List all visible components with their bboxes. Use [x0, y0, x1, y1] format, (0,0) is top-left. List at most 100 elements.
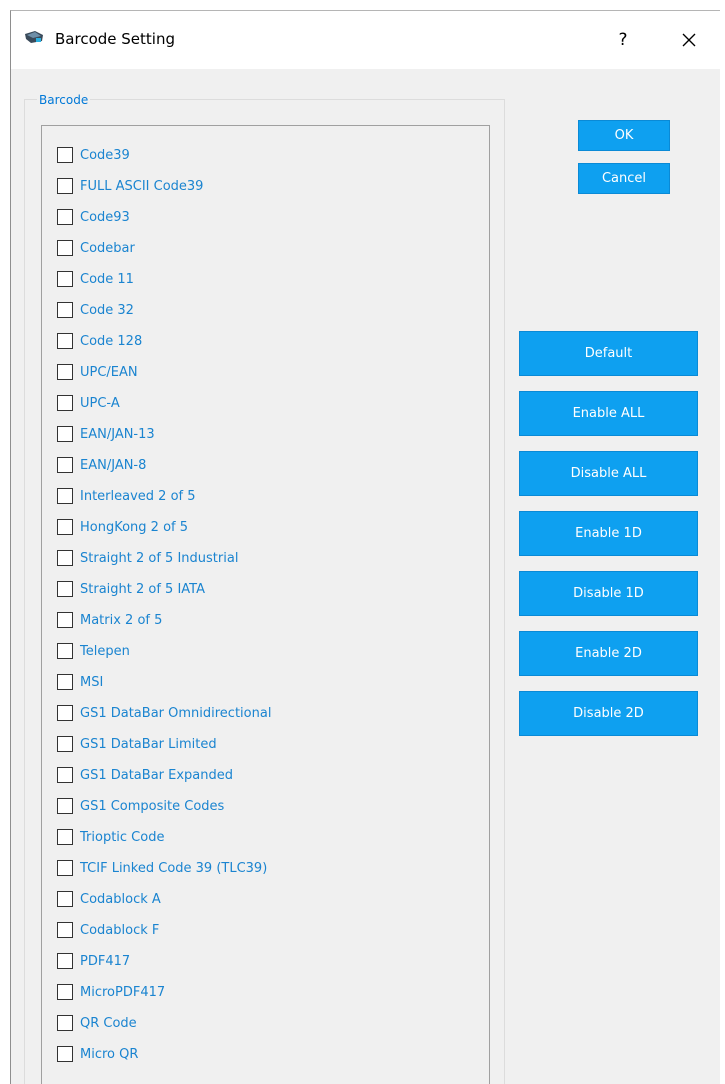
default-button[interactable]: Default: [519, 331, 698, 376]
enable-all-button[interactable]: Enable ALL: [519, 391, 698, 436]
barcode-item-label: Straight 2 of 5 IATA: [80, 581, 206, 597]
checkbox[interactable]: [57, 643, 73, 659]
checkbox[interactable]: [57, 147, 73, 163]
barcode-item[interactable]: QR Code: [57, 1011, 137, 1035]
barcode-item-label: Code93: [80, 209, 130, 225]
barcode-item[interactable]: GS1 Composite Codes: [57, 794, 224, 818]
barcode-item[interactable]: Code93: [57, 205, 130, 229]
checkbox[interactable]: [57, 488, 73, 504]
barcode-list[interactable]: Code39 FULL ASCII Code39 Code93 Codebar …: [41, 125, 490, 1084]
barcode-item-label: Code 128: [80, 333, 143, 349]
checkbox[interactable]: [57, 891, 73, 907]
checkbox[interactable]: [57, 674, 73, 690]
barcode-item[interactable]: Micro QR: [57, 1042, 138, 1066]
disable-1d-button[interactable]: Disable 1D: [519, 571, 698, 616]
barcode-item[interactable]: EAN/JAN-8: [57, 453, 146, 477]
checkbox[interactable]: [57, 581, 73, 597]
barcode-scanner-icon: [25, 31, 43, 43]
checkbox[interactable]: [57, 984, 73, 1000]
barcode-item[interactable]: UPC-A: [57, 391, 120, 415]
checkbox[interactable]: [57, 364, 73, 380]
barcode-item-label: Matrix 2 of 5: [80, 612, 163, 628]
barcode-item[interactable]: Straight 2 of 5 Industrial: [57, 546, 238, 570]
checkbox[interactable]: [57, 395, 73, 411]
barcode-item-label: GS1 Composite Codes: [80, 798, 225, 814]
checkbox[interactable]: [57, 798, 73, 814]
barcode-item[interactable]: UPC/EAN: [57, 360, 138, 384]
close-icon: [682, 33, 696, 47]
barcode-item-label: Telepen: [80, 643, 130, 659]
barcode-item[interactable]: Codablock F: [57, 918, 159, 942]
barcode-item[interactable]: HongKong 2 of 5: [57, 515, 188, 539]
checkbox[interactable]: [57, 178, 73, 194]
barcode-item[interactable]: Straight 2 of 5 IATA: [57, 577, 205, 601]
barcode-item-label: TCIF Linked Code 39 (TLC39): [80, 860, 268, 876]
checkbox[interactable]: [57, 767, 73, 783]
barcode-item-label: EAN/JAN-13: [80, 426, 155, 442]
barcode-item-label: Micro QR: [80, 1046, 139, 1062]
checkbox[interactable]: [57, 519, 73, 535]
checkbox[interactable]: [57, 209, 73, 225]
barcode-item[interactable]: MicroPDF417: [57, 980, 165, 1004]
barcode-item-label: EAN/JAN-8: [80, 457, 147, 473]
barcode-item-label: MSI: [80, 674, 104, 690]
barcode-item[interactable]: MSI: [57, 670, 103, 694]
cancel-button[interactable]: Cancel: [578, 163, 670, 194]
barcode-item[interactable]: GS1 DataBar Omnidirectional: [57, 701, 271, 725]
barcode-item[interactable]: GS1 DataBar Limited: [57, 732, 217, 756]
barcode-item[interactable]: GS1 DataBar Expanded: [57, 763, 233, 787]
barcode-item-label: MicroPDF417: [80, 984, 166, 1000]
barcode-item[interactable]: TCIF Linked Code 39 (TLC39): [57, 856, 267, 880]
barcode-item-label: Straight 2 of 5 Industrial: [80, 550, 239, 566]
checkbox[interactable]: [57, 736, 73, 752]
ok-button[interactable]: OK: [578, 120, 670, 151]
checkbox[interactable]: [57, 860, 73, 876]
barcode-item[interactable]: EAN/JAN-13: [57, 422, 155, 446]
checkbox[interactable]: [57, 426, 73, 442]
checkbox[interactable]: [57, 271, 73, 287]
barcode-item-label: PDF417: [80, 953, 131, 969]
checkbox[interactable]: [57, 612, 73, 628]
barcode-item-label: GS1 DataBar Limited: [80, 736, 217, 752]
barcode-item-label: UPC/EAN: [80, 364, 138, 380]
help-button[interactable]: ?: [601, 19, 645, 61]
barcode-item[interactable]: FULL ASCII Code39: [57, 174, 203, 198]
disable-2d-button[interactable]: Disable 2D: [519, 691, 698, 736]
close-button[interactable]: [667, 19, 711, 61]
checkbox[interactable]: [57, 457, 73, 473]
barcode-item-label: QR Code: [80, 1015, 137, 1031]
barcode-item[interactable]: Code 32: [57, 298, 134, 322]
checkbox[interactable]: [57, 705, 73, 721]
barcode-item-label: Codablock F: [80, 922, 160, 938]
checkbox[interactable]: [57, 922, 73, 938]
barcode-item[interactable]: Code 11: [57, 267, 134, 291]
barcode-item[interactable]: Telepen: [57, 639, 130, 663]
barcode-item[interactable]: Code39: [57, 143, 130, 167]
barcode-item[interactable]: PDF417: [57, 949, 130, 973]
background-window-edge: [0, 0, 10, 1084]
barcode-item-label: Code 32: [80, 302, 134, 318]
checkbox[interactable]: [57, 953, 73, 969]
enable-2d-button[interactable]: Enable 2D: [519, 631, 698, 676]
barcode-item[interactable]: Code 128: [57, 329, 142, 353]
barcode-item[interactable]: Codebar: [57, 236, 135, 260]
barcode-item-label: Interleaved 2 of 5: [80, 488, 196, 504]
barcode-item-label: Code 11: [80, 271, 134, 287]
checkbox[interactable]: [57, 302, 73, 318]
checkbox[interactable]: [57, 333, 73, 349]
checkbox[interactable]: [57, 1046, 73, 1062]
window-title: Barcode Setting: [55, 30, 175, 48]
checkbox[interactable]: [57, 1015, 73, 1031]
barcode-item[interactable]: Codablock A: [57, 887, 161, 911]
enable-1d-button[interactable]: Enable 1D: [519, 511, 698, 556]
barcode-item-label: GS1 DataBar Omnidirectional: [80, 705, 272, 721]
barcode-item[interactable]: Trioptic Code: [57, 825, 164, 849]
checkbox[interactable]: [57, 550, 73, 566]
checkbox[interactable]: [57, 829, 73, 845]
barcode-item[interactable]: Interleaved 2 of 5: [57, 484, 196, 508]
barcode-item-label: FULL ASCII Code39: [80, 178, 204, 194]
disable-all-button[interactable]: Disable ALL: [519, 451, 698, 496]
barcode-item[interactable]: Matrix 2 of 5: [57, 608, 162, 632]
checkbox[interactable]: [57, 240, 73, 256]
barcode-setting-dialog: Barcode Setting ? Barcode Code39 FULL AS…: [10, 10, 720, 1084]
